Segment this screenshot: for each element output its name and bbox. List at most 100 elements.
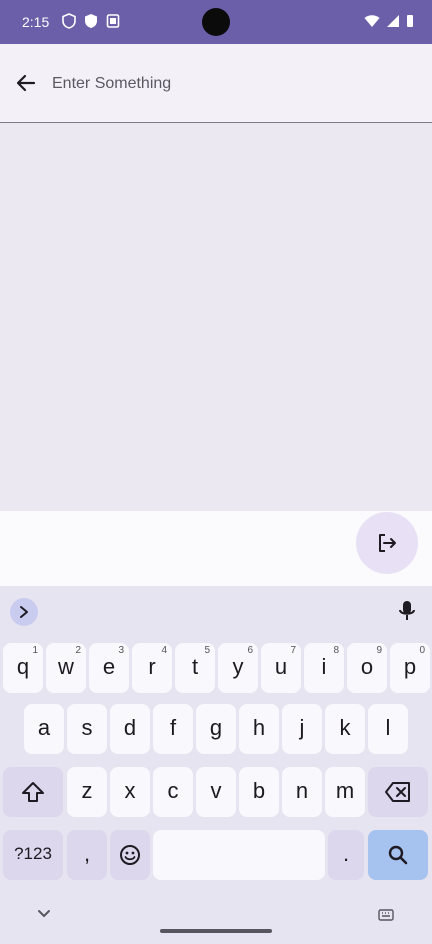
voice-input-button[interactable] [396,599,418,628]
vpn-shield-icon [84,13,98,29]
chevron-down-icon [38,910,50,918]
key-hint: 2 [75,645,81,656]
key-label: p [403,654,417,679]
key-label: e [102,654,116,679]
key-hint: 7 [290,645,296,656]
arrow-back-icon [16,74,36,92]
key-o[interactable]: o9 [347,643,387,693]
key-label: v [210,778,222,803]
key-v[interactable]: v [196,767,236,817]
key-hint: 6 [247,645,253,656]
key-g[interactable]: g [196,704,236,754]
space-bar[interactable] [153,830,325,880]
comma-key[interactable]: , [67,830,107,880]
key-hint: 5 [204,645,210,656]
key-label: h [252,715,266,740]
key-hint: 9 [376,645,382,656]
key-m[interactable]: m [325,767,365,817]
signal-icon [387,15,399,27]
key-label: k [339,715,351,740]
gesture-nav-handle[interactable] [160,929,272,933]
key-label: c [167,778,179,803]
backspace-key[interactable] [368,767,428,817]
key-label: i [321,654,327,679]
key-t[interactable]: t5 [175,643,215,693]
key-label: s [81,715,93,740]
key-c[interactable]: c [153,767,193,817]
key-q[interactable]: q1 [3,643,43,693]
wifi-icon [364,15,380,27]
key-hint: 4 [161,645,167,656]
back-button[interactable] [12,69,40,97]
key-r[interactable]: r4 [132,643,172,693]
key-label: w [58,654,74,679]
key-hint: 0 [419,645,425,656]
key-label: n [295,778,309,803]
key-label: x [124,778,136,803]
switch-keyboard-button[interactable] [378,908,394,926]
key-label: r [148,654,156,679]
key-label: g [209,715,223,740]
key-label: b [252,778,266,803]
key-d[interactable]: d [110,704,150,754]
key-i[interactable]: i8 [304,643,344,693]
shift-key[interactable] [3,767,63,817]
key-p[interactable]: p0 [390,643,430,693]
key-l[interactable]: l [368,704,408,754]
key-label: j [299,715,305,740]
status-time: 2:15 [22,14,50,30]
key-s[interactable]: s [67,704,107,754]
emoji-key[interactable] [110,830,150,880]
key-b[interactable]: b [239,767,279,817]
key-label: d [123,715,137,740]
key-hint: 3 [118,645,124,656]
shield-icon [62,13,76,29]
key-label: t [191,654,199,679]
key-label: o [360,654,374,679]
exit-button[interactable] [356,512,418,574]
emoji-icon [120,845,140,866]
search-key[interactable] [368,830,428,880]
key-label: u [274,654,288,679]
key-y[interactable]: y6 [218,643,258,693]
search-input[interactable] [50,70,394,98]
backspace-icon [385,782,410,803]
key-n[interactable]: n [282,767,322,817]
microphone-icon [399,601,415,620]
logout-icon [379,534,396,552]
shift-icon [22,782,44,803]
key-f[interactable]: f [153,704,193,754]
hide-keyboard-button[interactable] [37,906,51,924]
search-icon [388,845,408,865]
symbols-key[interactable]: ?123 [3,830,63,880]
key-label: l [385,715,391,740]
key-e[interactable]: e3 [89,643,129,693]
key-x[interactable]: x [110,767,150,817]
on-screen-keyboard: q1 w2 e3 r4 t5 y6 u7 i8 o9 p0 a s d f g … [0,586,432,944]
key-label: ?123 [14,844,52,863]
notification-icon [106,13,120,29]
period-key[interactable]: . [328,830,364,880]
key-a[interactable]: a [24,704,64,754]
key-j[interactable]: j [282,704,322,754]
chevron-right-icon [20,606,28,618]
key-label: f [169,715,177,740]
key-label: y [232,654,244,679]
key-label: m [335,778,355,803]
battery-icon [407,15,413,27]
key-z[interactable]: z [67,767,107,817]
key-h[interactable]: h [239,704,279,754]
camera-cutout [202,8,230,36]
status-bar: 2:15 [0,0,432,44]
key-hint: 8 [333,645,339,656]
key-k[interactable]: k [325,704,365,754]
app-bar [0,44,432,123]
key-label: z [81,778,93,803]
keyboard-toolbar-expand-button[interactable] [10,598,38,626]
key-label: q [16,654,30,679]
key-label: . [342,841,350,866]
key-w[interactable]: w2 [46,643,86,693]
key-label: , [83,841,91,866]
content-area [0,123,432,511]
key-u[interactable]: u7 [261,643,301,693]
